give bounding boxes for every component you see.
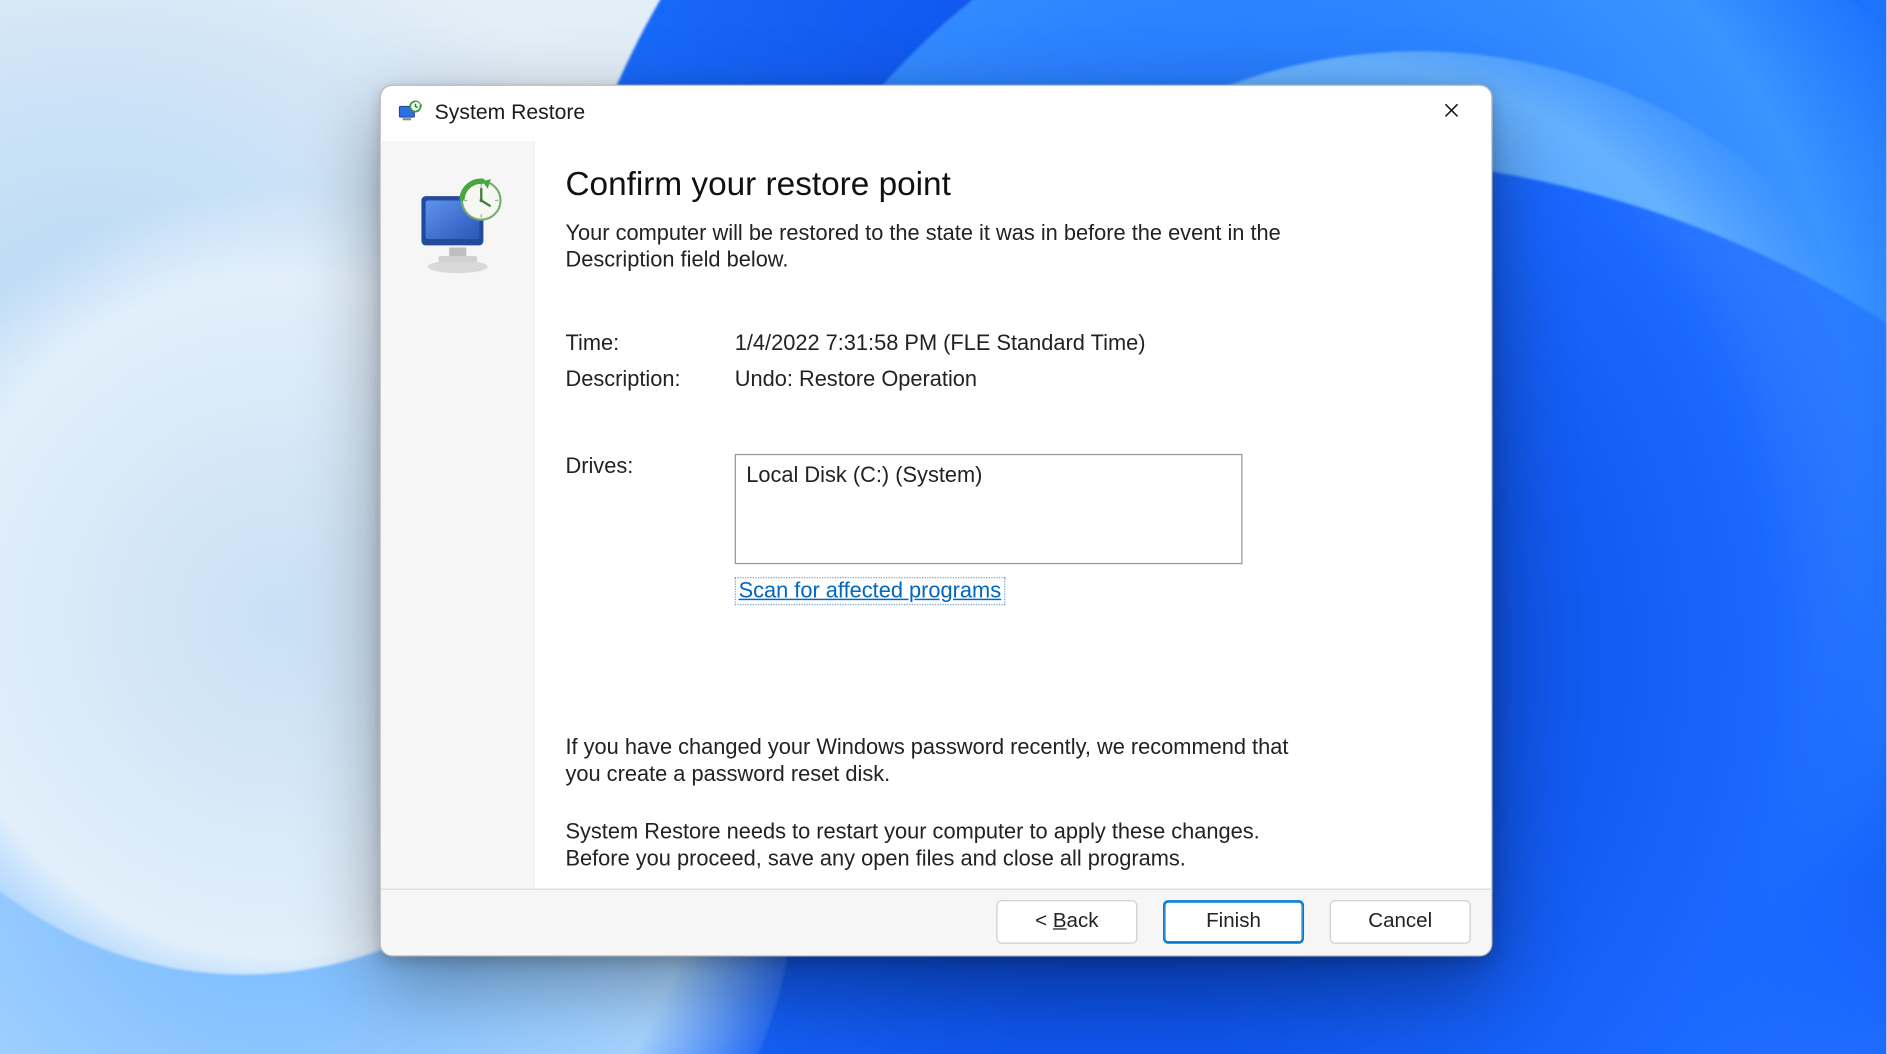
time-value: 1/4/2022 7:31:58 PM (FLE Standard Time): [735, 330, 1420, 356]
lead-text: Your computer will be restored to the st…: [565, 219, 1283, 273]
dialog-footer: < Back Finish Cancel: [381, 888, 1491, 955]
back-button-suffix: ack: [1067, 911, 1099, 933]
cancel-button[interactable]: Cancel: [1330, 900, 1471, 944]
drives-item: Local Disk (C:) (System): [746, 462, 982, 486]
description-value: Undo: Restore Operation: [735, 366, 1420, 392]
drives-label: Drives:: [565, 453, 729, 604]
details-grid: Time: 1/4/2022 7:31:58 PM (FLE Standard …: [565, 330, 1419, 604]
cancel-button-label: Cancel: [1368, 911, 1432, 933]
password-note: If you have changed your Windows passwor…: [565, 733, 1309, 787]
main-pane: Confirm your restore point Your computer…: [535, 141, 1492, 888]
system-restore-app-icon: [396, 100, 422, 126]
finish-button[interactable]: Finish: [1163, 900, 1304, 944]
window-title: System Restore: [435, 101, 586, 125]
titlebar[interactable]: System Restore: [381, 86, 1491, 140]
drives-list[interactable]: Local Disk (C:) (System): [735, 453, 1243, 563]
close-button[interactable]: [1422, 90, 1481, 131]
back-button-prefix: <: [1035, 911, 1053, 933]
finish-button-label: Finish: [1206, 911, 1261, 933]
drives-cell: Local Disk (C:) (System) Scan for affect…: [735, 453, 1420, 604]
sidebar-illustration-pane: [381, 141, 535, 888]
close-icon: [1443, 101, 1461, 119]
description-label: Description:: [565, 366, 729, 392]
time-label: Time:: [565, 330, 729, 356]
page-heading: Confirm your restore point: [565, 164, 1419, 204]
system-restore-icon: [406, 177, 509, 280]
restart-note: System Restore needs to restart your com…: [565, 818, 1283, 872]
scan-affected-programs-label: Scan for affected programs: [739, 578, 1002, 602]
dialog-content: Confirm your restore point Your computer…: [381, 140, 1491, 888]
system-restore-dialog: System Restore: [380, 85, 1493, 957]
back-button-accel: B: [1053, 911, 1067, 933]
scan-affected-programs-link[interactable]: Scan for affected programs: [735, 576, 1005, 604]
back-button[interactable]: < Back: [996, 900, 1137, 944]
